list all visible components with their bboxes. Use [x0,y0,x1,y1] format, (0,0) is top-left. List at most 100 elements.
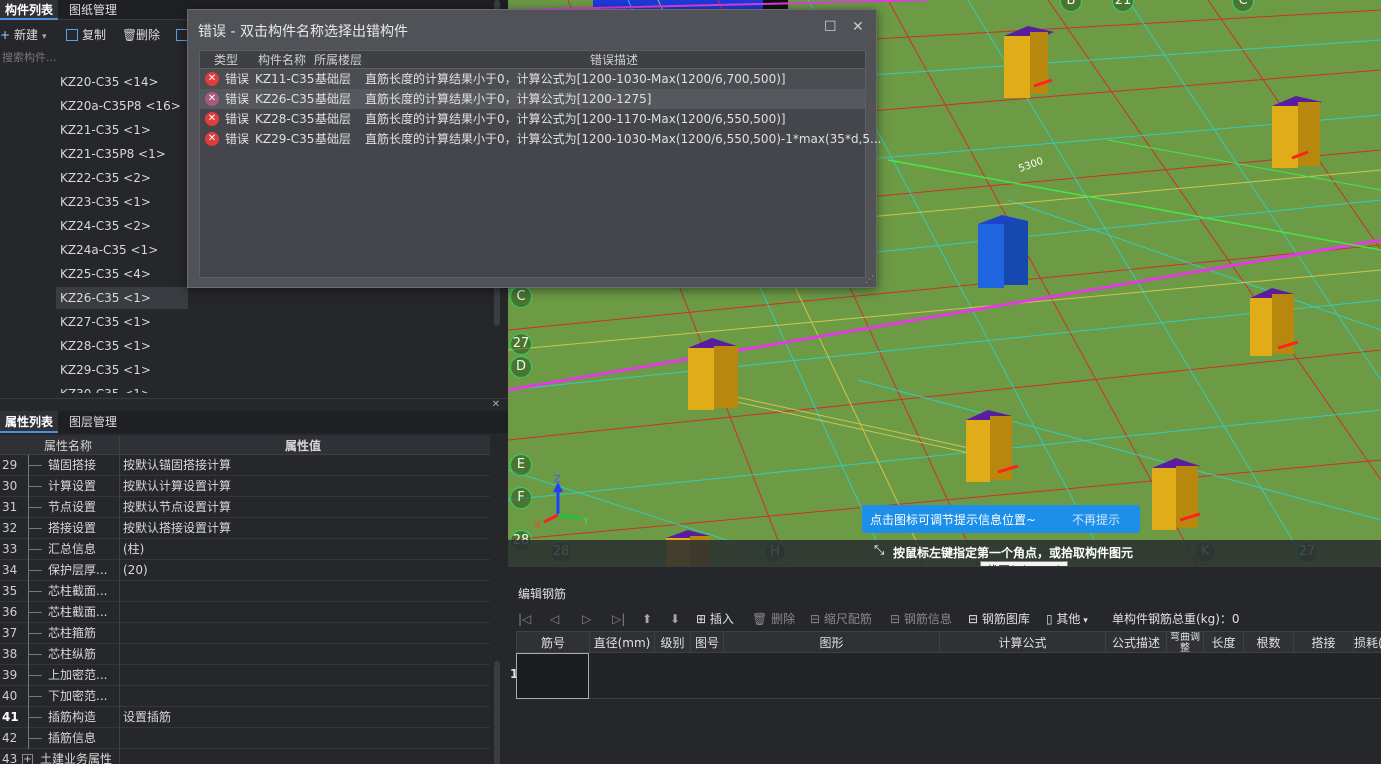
property-row[interactable]: 34 保护层厚... (20) [0,560,490,581]
delete-button[interactable]: 🗑删除 [122,24,160,46]
property-value[interactable]: (柱) [123,539,144,560]
rebar-delete-button[interactable]: 🗑 删除 [752,610,795,628]
tree-item[interactable]: KZ30-C35 <1> [56,383,188,393]
property-value[interactable]: 按默认锚固搭接计算 [123,455,231,476]
col-desc: 错误描述 [590,53,639,67]
error-row[interactable]: ✕ 错误 KZ11-C35 基础层 直筋长度的计算结果小于0，计算公式为[1200-10… [200,69,865,89]
property-value[interactable]: (20) [123,560,148,581]
tab-component-list[interactable]: 构件列表 [0,0,59,20]
property-row[interactable]: 30 计算设置 按默认计算设置计算 [0,476,490,497]
move-down-icon[interactable]: ⬇ [670,610,680,628]
property-value[interactable]: 按默认节点设置计算 [123,497,231,518]
rebar-col-header: 筋号 [516,632,589,654]
scale-rebar-button[interactable]: ⊟ 缩尺配筋 [810,610,872,628]
property-row[interactable]: 35 芯柱截面... [0,581,490,602]
tree-item[interactable]: KZ20-C35 <14> [56,71,188,93]
column-divider [119,539,120,560]
hint-popup[interactable]: 点击图标可调节提示信息位置~ 不再提示 [862,505,1140,533]
dismiss-hint-link[interactable]: 不再提示 [1072,511,1120,528]
expand-icon[interactable]: + [22,754,33,764]
collapse-arrows-icon[interactable]: ⤡ [874,544,888,558]
property-row[interactable]: 43 + 土建业务属性 [0,749,490,764]
tree-item[interactable]: KZ29-C35 <1> [56,359,188,381]
other-dropdown[interactable]: ▯ 其他 ▾ [1046,610,1088,628]
tree-guide [28,633,42,634]
tab-drawing-management[interactable]: 图纸管理 [64,0,122,20]
property-row[interactable]: 39 上加密范... [0,665,490,686]
new-button[interactable]: + 新建 ▾ [0,24,47,46]
error-icon: ✕ [205,112,219,126]
rebar-col-header: 弯曲调整 [1166,632,1203,654]
move-up-icon[interactable]: ⬆ [642,610,652,628]
tree-item[interactable]: KZ25-C35 <4> [56,263,188,285]
error-dialog: 错误 - 双击构件名称选择出错构件 ☐ ✕ 类型 构件名称 所属楼层 错误描述 … [187,9,881,288]
tree-item[interactable]: KZ24-C35 <2> [56,215,188,237]
bar-number-cell[interactable] [516,653,589,699]
tab-property-list[interactable]: 属性列表 [0,411,59,433]
property-row[interactable]: 36 芯柱截面... [0,602,490,623]
property-row[interactable]: 32 搭接设置 按默认搭接设置计算 [0,518,490,539]
rebar-col-header: 级别 [654,632,690,654]
tree-item[interactable]: KZ21-C35 <1> [56,119,188,141]
tree-item[interactable]: KZ23-C35 <1> [56,191,188,213]
property-name: 芯柱箍筋 [48,626,97,640]
property-row[interactable]: 38 芯柱纵筋 [0,644,490,665]
tree-guide [28,654,42,655]
property-value[interactable]: 设置插筋 [123,707,171,728]
rebar-col-header: 计算公式 [939,632,1105,654]
property-row-number: 31 [2,500,18,514]
tab-layer-management[interactable]: 图层管理 [64,411,122,433]
tree-item[interactable]: KZ24a-C35 <1> [56,239,188,261]
property-name: 芯柱截面... [48,605,108,619]
tree-item[interactable]: KZ28-C35 <1> [56,335,188,357]
error-desc-cell: 直筋长度的计算结果小于0，计算公式为[1200-1030-Max(1200/6,… [365,132,882,146]
tree-item[interactable]: KZ26-C35 <1> [56,287,188,309]
maximize-icon[interactable]: ☐ [824,19,837,35]
property-name: 上加密范... [48,668,108,682]
tree-item[interactable]: KZ27-C35 <1> [56,311,188,333]
property-row[interactable]: 42 插筋信息 [0,728,490,749]
last-page-icon[interactable]: ▷| [612,610,625,628]
property-name: 插筋信息 [48,731,97,745]
error-floor-cell: 基础层 [315,72,352,86]
copy-button[interactable]: 复制 [66,24,106,46]
property-value[interactable]: 按默认搭接设置计算 [123,518,231,539]
first-page-icon[interactable]: |◁ [518,610,531,628]
tree-item[interactable]: KZ21-C35P8 <1> [56,143,188,165]
next-page-icon[interactable]: ▷ [582,610,591,628]
property-name: 计算设置 [48,479,97,493]
property-value[interactable]: 按默认计算设置计算 [123,476,231,497]
rebar-info-button[interactable]: ⊟ 钢筋信息 [890,610,952,628]
close-panel-icon[interactable]: ✕ [492,399,500,410]
column-divider [119,476,120,497]
property-row[interactable]: 33 汇总信息 (柱) [0,539,490,560]
status-bar: ⤡ 按鼠标左键指定第一个角点，或拾取构件图元 [508,540,1381,566]
error-row[interactable]: ✕ 错误 KZ26-C35 基础层 直筋长度的计算结果小于0，计算公式为[1200-12… [200,89,865,109]
error-row[interactable]: ✕ 错误 KZ29-C35 基础层 直筋长度的计算结果小于0，计算公式为[1200-10… [200,129,881,149]
tree-item[interactable]: KZ20a-C35P8 <16> [56,95,188,117]
property-row[interactable]: 31 节点设置 按默认节点设置计算 [0,497,490,518]
total-weight-text: 单构件钢筋总重(kg)：0 [1112,612,1240,626]
resize-grip-icon[interactable]: ⋰ [865,275,874,285]
close-icon[interactable]: ✕ [852,19,864,35]
property-row[interactable]: 40 下加密范... [0,686,490,707]
error-type-cell: 错误 [225,132,250,146]
property-row-number: 33 [2,542,18,556]
table-row[interactable]: 1 [510,653,1381,699]
property-row-number: 35 [2,584,18,598]
property-row[interactable]: 29 锚固搭接 按默认锚固搭接计算 [0,455,490,476]
error-floor-cell: 基础层 [315,92,352,106]
dialog-title: 错误 - 双击构件名称选择出错构件 [198,24,408,40]
property-row[interactable]: 41 插筋构造 设置插筋 [0,707,490,728]
prev-page-icon[interactable]: ◁ [550,610,559,628]
property-row-number: 41 [2,710,19,724]
chevron-down-icon: ▾ [42,32,47,42]
tree-item[interactable]: KZ22-C35 <2> [56,167,188,189]
insert-button[interactable]: ⊞ 插入 [696,610,734,628]
error-row[interactable]: ✕ 错误 KZ28-C35 基础层 直筋长度的计算结果小于0，计算公式为[1200-11… [200,109,865,129]
property-scrollbar[interactable] [494,661,500,764]
error-table-header: 类型 构件名称 所属楼层 错误描述 [200,51,865,69]
rebar-library-button[interactable]: ⊟ 钢筋图库 [968,610,1030,628]
property-row[interactable]: 37 芯柱箍筋 [0,623,490,644]
property-name: 节点设置 [48,500,97,514]
